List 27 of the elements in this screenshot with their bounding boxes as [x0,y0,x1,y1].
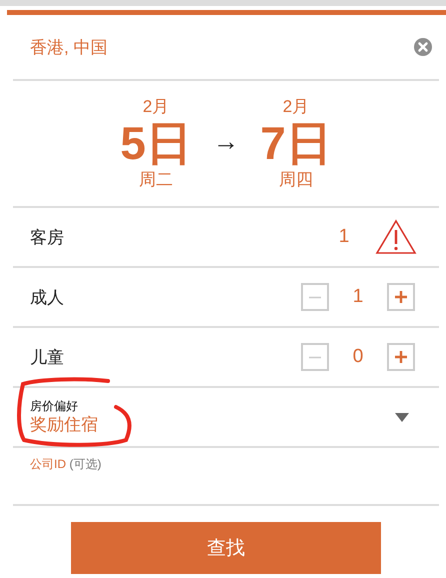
weekday-label: 周二 [139,168,173,190]
plus-icon [393,289,409,305]
field-label: 房价偏好 [30,398,79,414]
month-label: 2月 [142,96,170,116]
count-value: 1 [352,286,364,308]
minus-icon [309,296,321,298]
warning-icon [375,219,417,255]
arrow: → [212,126,240,157]
count-value: 1 [338,226,350,248]
month-label: 2月 [282,96,310,116]
day-label[interactable]: 5日 [120,116,192,168]
row-label: 客房 [30,226,65,248]
plus-button[interactable] [387,343,415,371]
weekday-label: 周四 [279,168,313,190]
row-label: 儿童 [30,346,65,368]
dropdown-caret-icon[interactable] [395,412,409,422]
select-value[interactable]: 奖励住宿 [30,414,395,436]
plus-button[interactable] [387,283,415,311]
plus-icon [393,349,409,365]
location-value[interactable]: 香港, 中国 [30,36,108,58]
company-id-field[interactable]: 公司ID (可选) [13,448,439,504]
count-value: 0 [352,346,364,368]
search-button[interactable]: 查找 [71,522,381,574]
minus-icon [309,356,321,358]
day-label[interactable]: 7日 [260,116,332,168]
clear-icon[interactable] [413,37,433,57]
row-label: 成人 [30,286,65,308]
